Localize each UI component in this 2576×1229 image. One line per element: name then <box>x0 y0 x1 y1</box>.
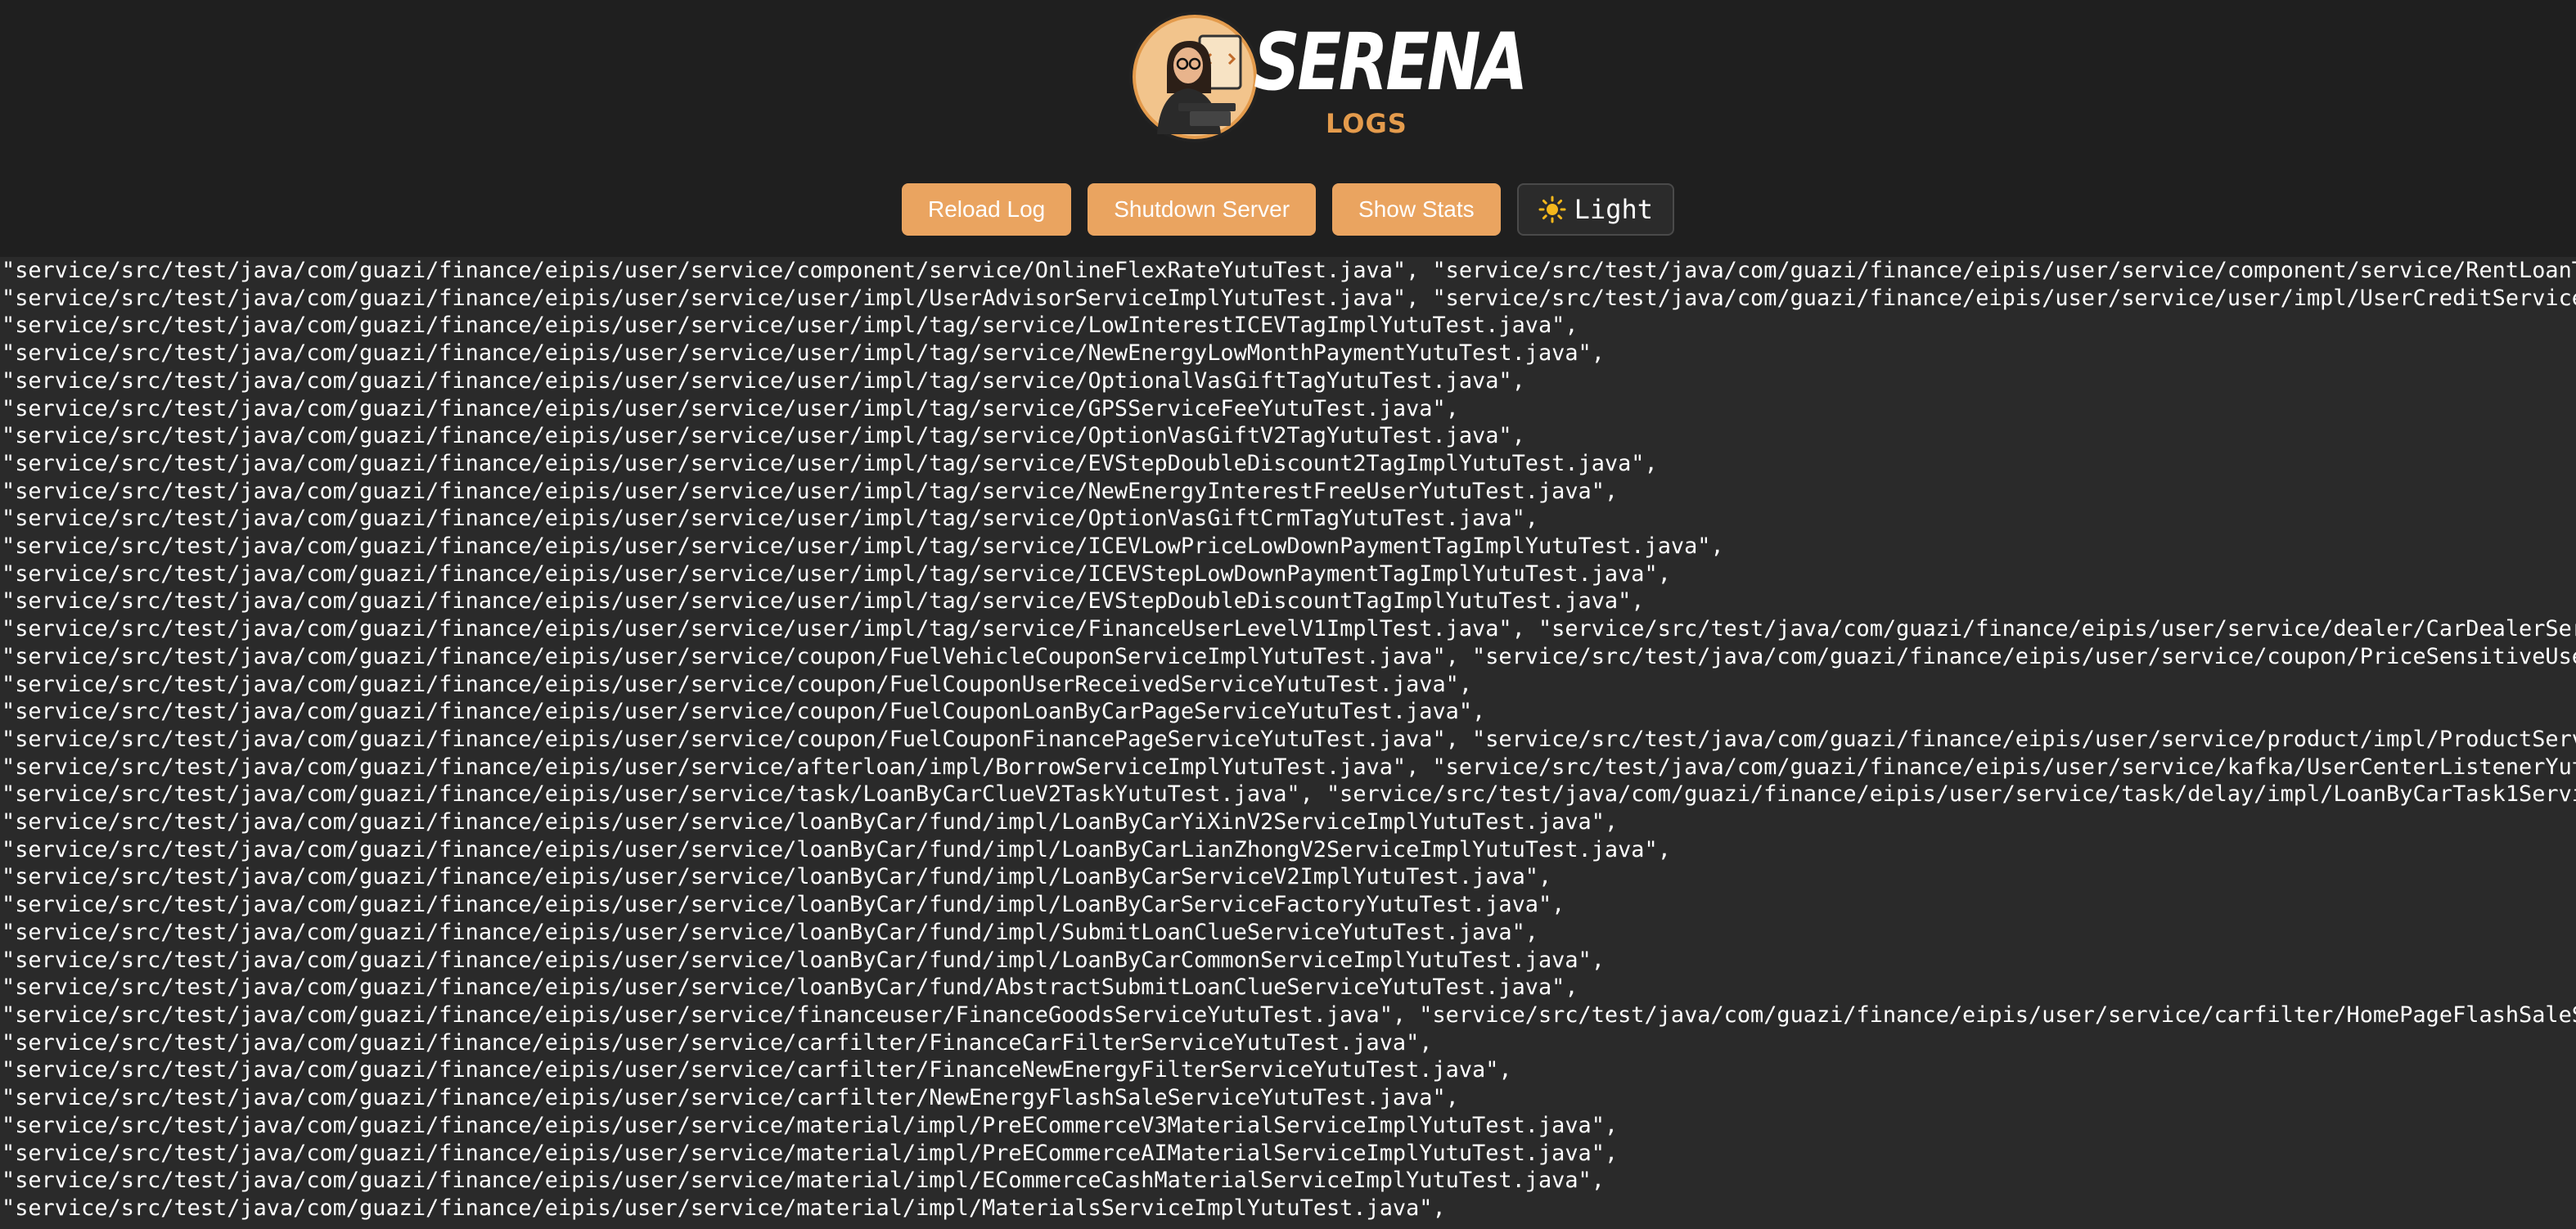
log-line: "service/src/test/java/com/guazi/finance… <box>2 1168 1605 1194</box>
log-output[interactable]: "service/src/test/java/com/guazi/finance… <box>0 257 2576 1229</box>
log-line: "service/src/test/java/com/guazi/finance… <box>2 1195 1446 1221</box>
log-line: "service/src/test/java/com/guazi/finance… <box>2 1029 1433 1056</box>
log-line: "service/src/test/java/com/guazi/finance… <box>2 1057 1512 1083</box>
log-line: "service/src/test/java/com/guazi/finance… <box>2 423 1525 449</box>
log-line: "service/src/test/java/com/guazi/finance… <box>2 340 1605 367</box>
log-line: "service/src/test/java/com/guazi/finance… <box>2 285 2576 311</box>
log-line: "service/src/test/java/com/guazi/finance… <box>2 754 2576 780</box>
log-line: "service/src/test/java/com/guazi/finance… <box>2 643 2576 669</box>
log-line: "service/src/test/java/com/guazi/finance… <box>2 478 1619 504</box>
log-line: "service/src/test/java/com/guazi/finance… <box>2 836 1671 862</box>
show-stats-button[interactable]: Show Stats <box>1332 183 1501 236</box>
log-line: "service/src/test/java/com/guazi/finance… <box>2 809 1619 835</box>
theme-toggle-button[interactable]: Light <box>1516 183 1674 236</box>
log-line: "service/src/test/java/com/guazi/finance… <box>2 1085 1459 1111</box>
brand-subtitle: LOGS <box>1326 108 1407 139</box>
theme-toggle-label: Light <box>1574 194 1653 225</box>
log-line: "service/src/test/java/com/guazi/finance… <box>2 671 1473 697</box>
brand-wordmark: SERENA <box>1254 16 1528 108</box>
log-line: "service/src/test/java/com/guazi/finance… <box>2 864 1552 890</box>
header: SERENA LOGS Reload Log Shutdown Server S… <box>0 0 2576 257</box>
log-line: "service/src/test/java/com/guazi/finance… <box>2 1002 2576 1028</box>
log-line: "service/src/test/java/com/guazi/finance… <box>2 892 1565 918</box>
log-line: "service/src/test/java/com/guazi/finance… <box>2 1140 1619 1166</box>
log-line: "service/src/test/java/com/guazi/finance… <box>2 699 1486 725</box>
log-line: "service/src/test/java/com/guazi/finance… <box>2 395 1459 421</box>
log-line: "service/src/test/java/com/guazi/finance… <box>2 258 2576 283</box>
log-line: "service/src/test/java/com/guazi/finance… <box>2 919 1538 945</box>
toolbar: Reload Log Shutdown Server Show Stats Li… <box>0 183 2576 236</box>
log-line: "service/src/test/java/com/guazi/finance… <box>2 588 1645 614</box>
log-line: "service/src/test/java/com/guazi/finance… <box>2 616 2576 642</box>
log-line: "service/src/test/java/com/guazi/finance… <box>2 781 2576 808</box>
log-line: "service/src/test/java/com/guazi/finance… <box>2 975 1578 1001</box>
log-line: "service/src/test/java/com/guazi/finance… <box>2 533 1724 560</box>
log-line: "service/src/test/java/com/guazi/finance… <box>2 313 1578 339</box>
log-line: "service/src/test/java/com/guazi/finance… <box>2 506 1538 532</box>
log-line: "service/src/test/java/com/guazi/finance… <box>2 947 1605 973</box>
log-line: "service/src/test/java/com/guazi/finance… <box>2 367 1525 394</box>
log-line: "service/src/test/java/com/guazi/finance… <box>2 450 1658 476</box>
serena-logo: SERENA LOGS <box>1129 11 1528 142</box>
sun-icon <box>1538 196 1566 223</box>
serena-avatar-icon <box>1129 11 1260 142</box>
shutdown-server-button[interactable]: Shutdown Server <box>1088 183 1317 236</box>
log-line: "service/src/test/java/com/guazi/finance… <box>2 560 1671 587</box>
log-line: "service/src/test/java/com/guazi/finance… <box>2 1112 1619 1138</box>
reload-log-button[interactable]: Reload Log <box>902 183 1072 236</box>
log-line: "service/src/test/java/com/guazi/finance… <box>2 726 2576 752</box>
